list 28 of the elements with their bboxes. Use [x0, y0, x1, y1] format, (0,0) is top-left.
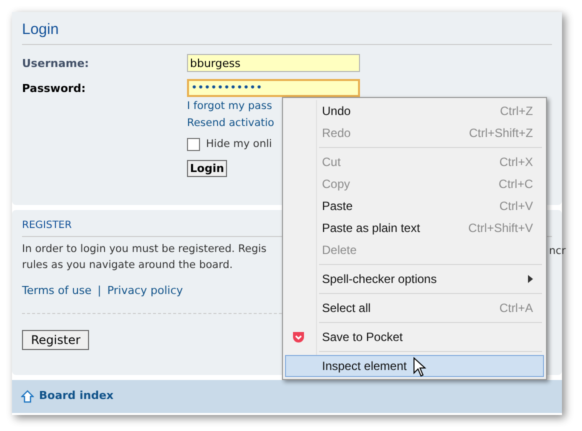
text-fragment: ncr: [549, 244, 566, 259]
link[interactable]: I forgot my pass: [187, 98, 272, 115]
login-title: Login: [22, 20, 552, 45]
field-label: Password:: [22, 80, 87, 96]
checkbox-label: Hide my onli: [206, 137, 272, 152]
checkbox[interactable]: [187, 138, 200, 152]
menu-item[interactable]: Paste Ctrl+V: [285, 195, 544, 217]
username-field[interactable]: bburgess: [187, 54, 360, 72]
register-paragraph: In order to login you must be registered. Regis rules as you navigate around the board.: [22, 242, 267, 273]
board-index-link[interactable]: Board index: [39, 388, 114, 405]
pocket-icon: [292, 331, 305, 344]
submenu-arrow-icon: [528, 275, 533, 283]
privacy-link[interactable]: Privacy policy: [107, 283, 183, 300]
password-field[interactable]: •••••••••••: [187, 78, 360, 96]
menu-item[interactable]: Spell-checker options: [285, 268, 544, 290]
link-separator: |: [97, 283, 102, 299]
menu-item[interactable]: Save to Pocket: [285, 326, 544, 348]
menu-item[interactable]: Inspect element: [285, 355, 544, 377]
mouse-cursor-icon: [413, 357, 427, 377]
menu-item[interactable]: Undo Ctrl+Z: [285, 100, 544, 122]
field-label: Username:: [22, 56, 90, 72]
menu-item[interactable]: Paste as plain text Ctrl+Shift+V: [285, 217, 544, 239]
link[interactable]: Resend activatio: [187, 115, 274, 132]
login-button[interactable]: Login: [187, 160, 228, 177]
register-button[interactable]: Register: [22, 330, 90, 350]
home-icon: [21, 390, 34, 403]
menu-item[interactable]: Select all Ctrl+A: [285, 297, 544, 319]
terms-link[interactable]: Terms of use: [22, 283, 92, 300]
